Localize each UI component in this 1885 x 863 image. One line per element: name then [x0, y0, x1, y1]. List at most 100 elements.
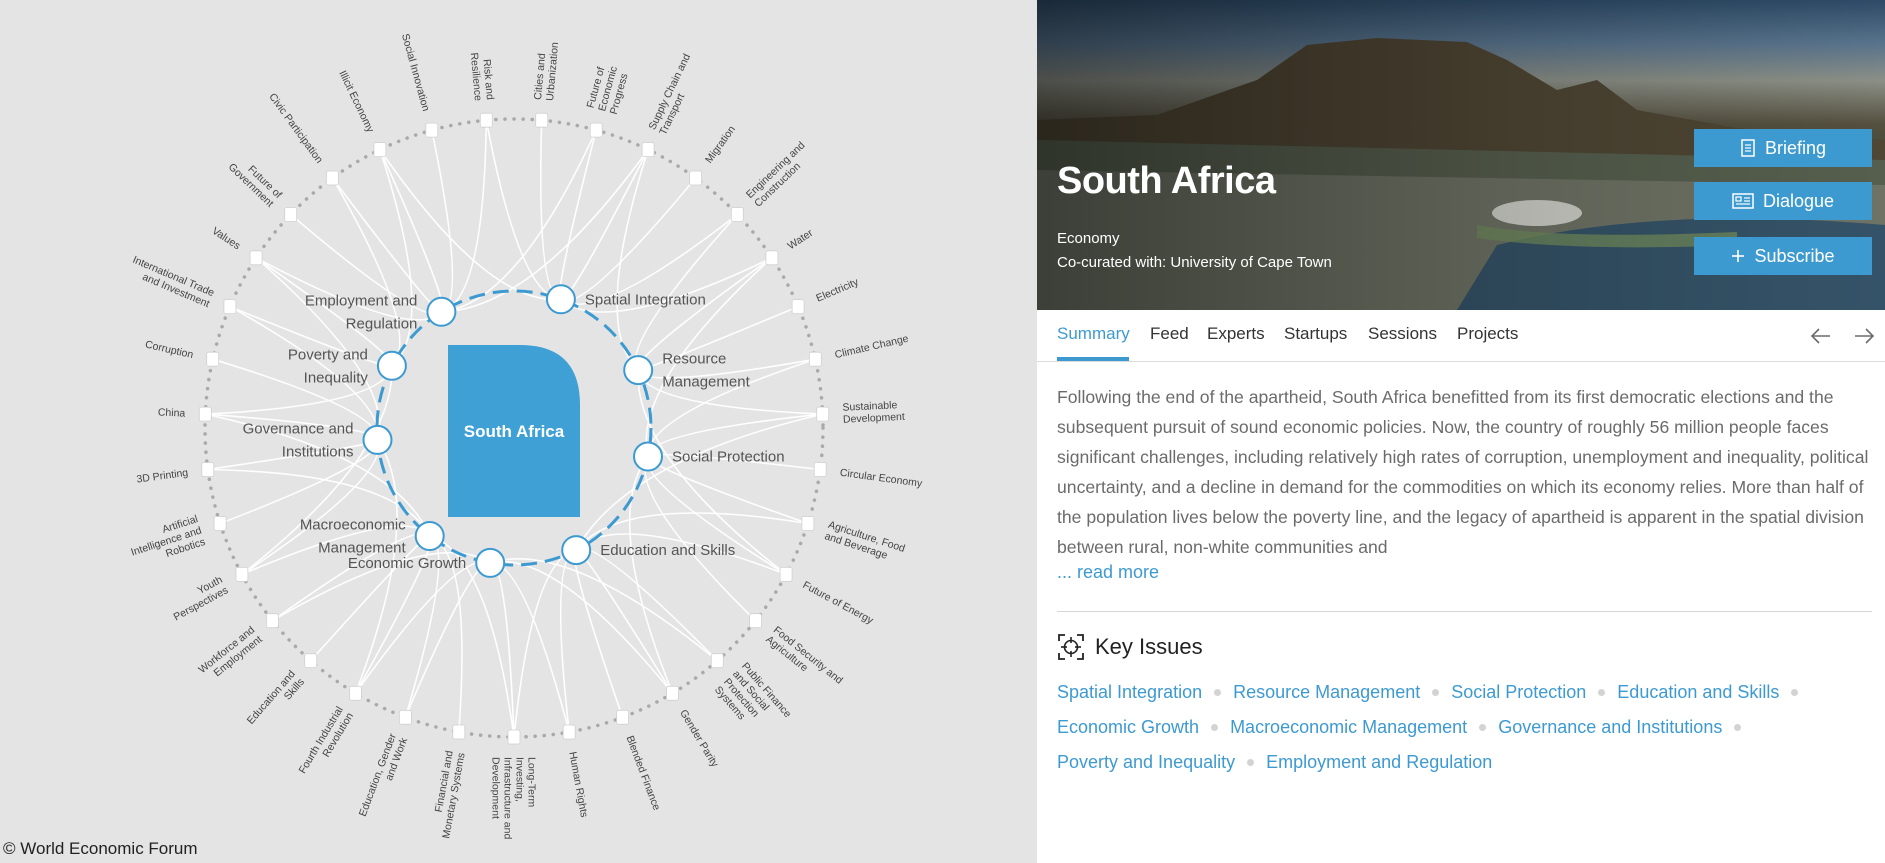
key-issue-node[interactable]: [362, 424, 393, 455]
outer-topic-node[interactable]: [349, 685, 362, 701]
outer-topic-node[interactable]: [616, 709, 629, 725]
outer-topic-node[interactable]: [235, 567, 249, 582]
outer-topic-node[interactable]: [535, 112, 549, 128]
outer-topic-label[interactable]: Civic Participation: [266, 91, 325, 166]
outer-topic-node[interactable]: [198, 406, 212, 422]
outer-topic-label[interactable]: Values: [210, 225, 243, 252]
key-issue-link[interactable]: Resource Management: [1233, 682, 1420, 703]
outer-topic-node[interactable]: [816, 406, 830, 422]
outer-topic-node[interactable]: [641, 142, 655, 158]
key-issue-node[interactable]: [426, 296, 457, 327]
key-issue-node-label[interactable]: Employment and Regulation: [305, 292, 418, 332]
outer-topic-node[interactable]: [507, 729, 521, 745]
key-issue-node-label[interactable]: Poverty and Inequality: [288, 346, 369, 386]
outer-topic-label[interactable]: Future of Energy: [801, 579, 876, 627]
outer-topic-node[interactable]: [589, 122, 603, 138]
outer-topic-label[interactable]: Food Security andAgriculture: [763, 624, 845, 696]
outer-topic-node[interactable]: [223, 299, 237, 315]
transformation-map-graph[interactable]: South Africa Cities andUrbanization Futur…: [0, 0, 1037, 863]
outer-topic-node[interactable]: [206, 351, 220, 367]
read-more-link[interactable]: ... read more: [1057, 562, 1159, 583]
outer-topic-node[interactable]: [249, 250, 263, 266]
outer-topic-label[interactable]: Workforce andEmployment: [196, 624, 264, 685]
outer-topic-label[interactable]: YouthPerspectives: [166, 574, 231, 624]
key-issue-node-label[interactable]: Macroeconomic Management: [300, 517, 407, 557]
outer-topic-label[interactable]: Future ofGovernment: [226, 152, 284, 210]
outer-topic-node[interactable]: [791, 299, 805, 315]
outer-topic-node[interactable]: [398, 709, 412, 725]
outer-topic-node[interactable]: [479, 112, 493, 128]
outer-topic-label[interactable]: Water: [786, 227, 816, 252]
outer-topic-label[interactable]: Fourth IndustrialRevolution: [296, 704, 356, 782]
key-issue-link[interactable]: Education and Skills: [1617, 682, 1779, 703]
outer-topic-label[interactable]: SustainableDevelopment: [842, 399, 905, 426]
key-issue-node-label[interactable]: Social Protection: [672, 449, 785, 466]
outer-topic-node[interactable]: [201, 462, 215, 477]
tab-startups[interactable]: Startups: [1284, 324, 1347, 344]
outer-topic-label[interactable]: China: [158, 406, 186, 419]
outer-topic-label[interactable]: Financial andMonetary Systems: [428, 749, 468, 839]
outer-topic-label[interactable]: Education, Genderand Work: [357, 731, 411, 822]
outer-topic-label[interactable]: Migration: [703, 124, 738, 166]
outer-topic-node[interactable]: [284, 207, 298, 222]
key-issue-node[interactable]: [633, 441, 663, 472]
tab-sessions[interactable]: Sessions: [1368, 324, 1437, 344]
key-issue-node[interactable]: [545, 284, 576, 315]
key-issue-node-label[interactable]: Spatial Integration: [585, 291, 706, 308]
outer-topic-label[interactable]: Social Innovation: [399, 32, 432, 112]
tab-feed[interactable]: Feed: [1150, 324, 1189, 344]
outer-topic-node[interactable]: [265, 613, 279, 629]
key-issue-link[interactable]: Governance and Institutions: [1498, 717, 1722, 738]
outer-topic-label[interactable]: Climate Change: [834, 333, 910, 362]
key-issue-node[interactable]: [475, 547, 506, 578]
key-issue-node-label[interactable]: Economic Growth: [348, 555, 466, 572]
outer-topic-label[interactable]: Agriculture, Foodand Beverage: [823, 519, 907, 567]
outer-topic-label[interactable]: Circular Economy: [839, 467, 923, 490]
outer-topic-label[interactable]: ArtificialIntelligence andRobotics: [126, 513, 207, 570]
outer-topic-node[interactable]: [808, 351, 822, 367]
outer-topic-label[interactable]: Supply Chain andTransport: [646, 52, 704, 137]
key-issue-node[interactable]: [376, 350, 407, 381]
outer-topic-node[interactable]: [749, 613, 762, 629]
subscribe-button[interactable]: Subscribe: [1694, 237, 1872, 275]
key-issue-node[interactable]: [414, 521, 445, 551]
dialogue-button[interactable]: Dialogue: [1694, 182, 1872, 220]
outer-topic-label[interactable]: Public Financeand SocialProtectionSystem…: [712, 660, 794, 744]
outer-topic-node[interactable]: [452, 724, 466, 740]
outer-topic-node[interactable]: [779, 567, 793, 582]
outer-topic-label[interactable]: Cities andUrbanization: [532, 40, 561, 101]
outer-topic-node[interactable]: [373, 142, 387, 158]
outer-topic-node[interactable]: [304, 653, 318, 669]
outer-topic-label[interactable]: Electricity: [814, 276, 861, 305]
outer-topic-node[interactable]: [730, 207, 744, 222]
key-issue-node-label[interactable]: Resource Management: [662, 351, 750, 391]
outer-topic-node[interactable]: [562, 724, 576, 740]
outer-topic-node[interactable]: [710, 653, 724, 669]
outer-topic-label[interactable]: Long-TermInvesting,Infrastructure andDev…: [490, 757, 538, 839]
arrow-left-icon[interactable]: [1809, 324, 1833, 348]
key-issue-link[interactable]: Macroeconomic Management: [1230, 717, 1467, 738]
key-issue-node-label[interactable]: Education and Skills: [600, 542, 735, 559]
key-issue-link[interactable]: Employment and Regulation: [1266, 752, 1492, 773]
briefing-button[interactable]: Briefing: [1694, 129, 1872, 167]
arrow-right-icon[interactable]: [1852, 324, 1876, 348]
outer-topic-node[interactable]: [425, 122, 439, 138]
outer-topic-label[interactable]: Human Rights: [566, 751, 590, 819]
tab-projects[interactable]: Projects: [1457, 324, 1518, 344]
outer-topic-label[interactable]: Future ofEconomicProgress: [585, 62, 632, 116]
outer-topic-label[interactable]: Education andSkills: [245, 668, 307, 734]
key-issue-link[interactable]: Spatial Integration: [1057, 682, 1202, 703]
outer-topic-node[interactable]: [765, 250, 779, 266]
outer-topic-label[interactable]: International Tradeand Investment: [126, 254, 216, 310]
key-issue-link[interactable]: Economic Growth: [1057, 717, 1199, 738]
tab-summary[interactable]: Summary: [1057, 324, 1130, 344]
outer-topic-node[interactable]: [666, 685, 679, 701]
outer-topic-label[interactable]: Risk andResilience: [468, 51, 496, 102]
tab-experts[interactable]: Experts: [1207, 324, 1265, 344]
outer-topic-label[interactable]: 3D Printing: [136, 467, 189, 486]
outer-topic-node[interactable]: [689, 170, 702, 186]
outer-topic-label[interactable]: Engineering andConstruction: [744, 139, 816, 209]
transformation-map[interactable]: South Africa Cities andUrbanization Futur…: [0, 0, 1037, 863]
outer-topic-label[interactable]: Gender Parity: [677, 708, 721, 770]
key-issue-link[interactable]: Poverty and Inequality: [1057, 752, 1235, 773]
